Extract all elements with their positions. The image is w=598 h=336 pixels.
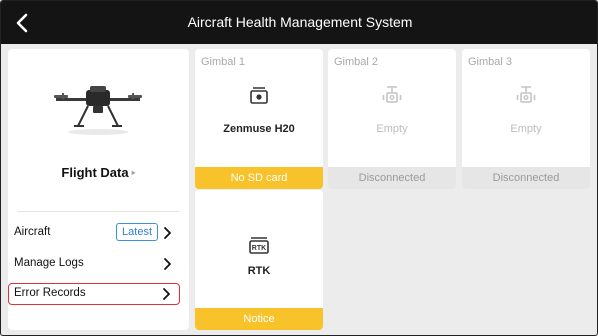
status-bar: Notice <box>195 308 323 330</box>
gimbal-mount-icon <box>516 86 536 103</box>
flight-data-label: Flight Data <box>61 165 129 180</box>
flight-data-link[interactable]: Flight Data ▸ <box>8 165 189 180</box>
module-name: RTK <box>247 265 271 277</box>
caret-right-icon: ▸ <box>131 168 136 177</box>
camera-icon <box>250 87 268 104</box>
menu-item-error-records[interactable]: Error Records <box>8 283 180 305</box>
menu-item-label: Error Records <box>14 287 86 299</box>
menu-item-label: Aircraft <box>14 226 51 238</box>
page-title: Aircraft Health Management System <box>187 14 413 30</box>
card-title: Gimbal 1 <box>201 56 246 68</box>
rtk-icon: RTK <box>249 237 269 254</box>
gimbal-mount-icon <box>382 86 402 103</box>
menu-item-label: Manage Logs <box>14 257 84 269</box>
module-name: Empty <box>510 123 542 135</box>
menu-item-aircraft[interactable]: Aircraft Latest <box>8 222 180 244</box>
status-bar: Disconnected <box>328 167 456 189</box>
app-window: Aircraft Health Management System Flight… <box>0 0 598 336</box>
module-name: Zenmuse H20 <box>223 123 295 135</box>
svg-text:RTK: RTK <box>252 245 266 252</box>
menu-item-manage-logs[interactable]: Manage Logs <box>8 253 180 275</box>
divider <box>18 211 179 212</box>
card-title: Gimbal 3 <box>468 56 513 68</box>
module-card-rtk[interactable]: RTK RTK Notice <box>195 190 323 330</box>
chevron-right-icon <box>163 288 170 300</box>
chevron-right-icon <box>164 227 171 239</box>
card-title: Gimbal 2 <box>334 56 379 68</box>
status-bar: Disconnected <box>462 167 590 189</box>
module-card-gimbal-1[interactable]: Gimbal 1 Zenmuse H20 No SD card <box>195 49 323 189</box>
top-bar: Aircraft Health Management System <box>1 1 597 44</box>
version-badge: Latest <box>116 223 158 241</box>
module-card-gimbal-3[interactable]: Gimbal 3 Empty Disconnected <box>462 49 590 189</box>
chevron-right-icon <box>164 258 171 270</box>
status-bar: No SD card <box>195 167 323 189</box>
module-name: Empty <box>376 123 408 135</box>
drone-image <box>54 86 142 135</box>
module-card-gimbal-2[interactable]: Gimbal 2 Empty Disconnected <box>328 49 456 189</box>
